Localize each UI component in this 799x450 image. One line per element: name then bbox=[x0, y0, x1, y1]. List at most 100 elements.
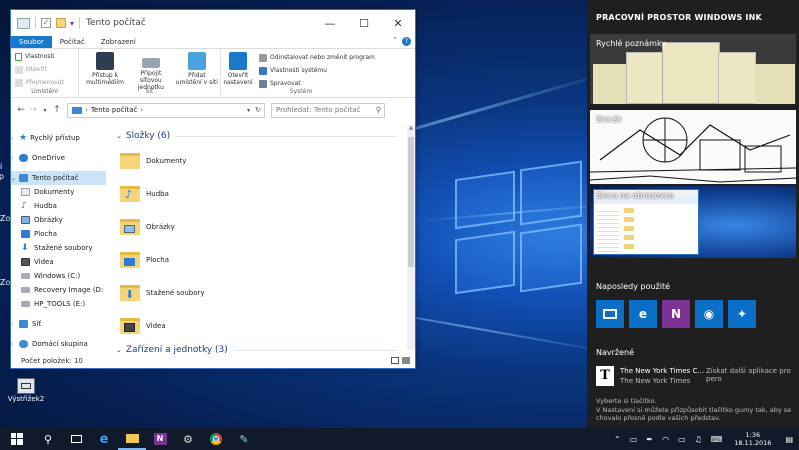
taskbar-chrome[interactable] bbox=[202, 428, 230, 450]
expand-arrow-icon[interactable]: › bbox=[11, 341, 19, 348]
collapse-ribbon-icon[interactable]: ⌃ bbox=[392, 36, 398, 48]
keyboard-icon[interactable]: ⌨ bbox=[711, 435, 723, 444]
sketchpad-tile[interactable]: Skicák bbox=[590, 110, 796, 184]
sticky-notes-tile[interactable]: Rychlé poznámky bbox=[590, 34, 796, 104]
folder-videos[interactable]: Videa bbox=[116, 309, 415, 342]
nav-onedrive[interactable]: › OneDrive bbox=[11, 151, 106, 165]
address-bar[interactable]: › Tento počítač › ▾ ↻ bbox=[67, 102, 265, 118]
nav-pictures[interactable]: Obrázky bbox=[11, 213, 106, 227]
desktop-icon-label[interactable]: op bbox=[0, 172, 8, 181]
recent-locations-icon[interactable]: ▾ bbox=[39, 107, 51, 114]
taskbar-edge[interactable]: e bbox=[90, 428, 118, 450]
nav-quick-access[interactable]: › ★ Rychlý přístup bbox=[11, 131, 106, 145]
open-button[interactable]: Otevřít bbox=[15, 64, 74, 75]
expand-arrow-icon[interactable]: › bbox=[11, 321, 19, 328]
window-title: Tento počítač bbox=[86, 18, 146, 28]
search-button[interactable]: ⚲ bbox=[34, 428, 62, 450]
map-network-drive-button[interactable]: Připojit síťovou jednotku bbox=[129, 52, 173, 91]
desktop-shortcut-vystrizek[interactable]: Výstřižek2 bbox=[4, 378, 48, 403]
nav-music[interactable]: ♪ Hudba bbox=[11, 199, 106, 213]
rename-button[interactable]: Přejmenovat bbox=[15, 77, 74, 88]
edge-icon[interactable]: e bbox=[629, 300, 657, 328]
get-more-pen-apps-link[interactable]: Získat další aplikace pro pero bbox=[706, 367, 796, 383]
quick-access-dropdown-icon[interactable]: ▾ bbox=[70, 19, 74, 28]
action-center-icon[interactable]: ▭ bbox=[630, 435, 638, 444]
show-hidden-icons-icon[interactable]: ⌃ bbox=[614, 435, 621, 444]
uninstall-program-button[interactable]: Odinstalovat nebo změnit program bbox=[259, 52, 375, 63]
nav-downloads[interactable]: ⬇ Stažené soubory bbox=[11, 241, 106, 255]
tab-file[interactable]: Soubor bbox=[11, 36, 52, 48]
folders-group-header[interactable]: ⌄ Složky (6) bbox=[116, 128, 415, 144]
desktop-icon bbox=[21, 230, 30, 238]
nav-network[interactable]: › Síť bbox=[11, 317, 106, 331]
forward-arrow-icon[interactable]: → bbox=[27, 105, 39, 115]
up-arrow-icon[interactable]: ↑ bbox=[51, 105, 63, 115]
back-arrow-icon[interactable]: ← bbox=[15, 105, 27, 115]
vertical-scrollbar[interactable]: ▲ bbox=[407, 125, 415, 350]
taskbar-paint[interactable]: ✎ bbox=[230, 428, 258, 450]
nav-videos[interactable]: Videa bbox=[11, 255, 106, 269]
volume-icon[interactable]: ♫ bbox=[695, 435, 702, 444]
address-dropdown-icon[interactable]: ▾ bbox=[247, 107, 250, 114]
wifi-icon[interactable]: ◠ bbox=[662, 435, 669, 444]
battery-icon[interactable]: ▭ bbox=[678, 435, 686, 444]
task-view-button[interactable] bbox=[62, 428, 90, 450]
folder-music[interactable]: ♪ Hudba bbox=[116, 177, 415, 210]
desktop-icon-label[interactable]: Ni bbox=[0, 162, 8, 171]
windows-drive-icon bbox=[21, 273, 30, 279]
clock[interactable]: 1:36 18.11.2016 bbox=[734, 431, 771, 447]
taskbar-file-explorer[interactable] bbox=[118, 428, 146, 450]
onenote-icon[interactable]: N bbox=[662, 300, 690, 328]
taskbar-onenote[interactable]: N bbox=[146, 428, 174, 450]
minimize-button[interactable]: — bbox=[313, 10, 347, 36]
folder-documents[interactable]: Dokumenty bbox=[116, 144, 415, 177]
tab-view[interactable]: Zobrazení bbox=[93, 36, 144, 48]
close-button[interactable]: ✕ bbox=[381, 10, 415, 36]
pen-icon[interactable]: ✒ bbox=[646, 435, 653, 444]
new-folder-quick-icon[interactable] bbox=[56, 18, 66, 28]
nav-documents[interactable]: Dokumenty bbox=[11, 185, 106, 199]
search-input[interactable]: Prohledat: Tento počítač ⚲ bbox=[271, 102, 385, 118]
group-label: Umístění bbox=[31, 88, 58, 95]
tips-icon[interactable]: ✦ bbox=[728, 300, 756, 328]
collapse-group-icon[interactable]: ⌄ bbox=[116, 346, 122, 354]
collapse-group-icon[interactable]: ⌄ bbox=[116, 132, 122, 140]
collapse-arrow-icon[interactable]: ⌄ bbox=[11, 175, 19, 182]
suggested-app-nyt[interactable]: T The New York Times C... The New York T… bbox=[596, 366, 792, 388]
system-properties-button[interactable]: Vlastnosti systému bbox=[259, 65, 375, 76]
expand-arrow-icon[interactable]: › bbox=[11, 135, 19, 142]
screen-sketch-tile[interactable]: Skica na obrazovce bbox=[590, 186, 796, 258]
maps-icon[interactable]: ◉ bbox=[695, 300, 723, 328]
tab-computer[interactable]: Počítač bbox=[52, 36, 93, 48]
photos-icon[interactable] bbox=[596, 300, 624, 328]
nav-drive-e[interactable]: HP_TOOLS (E:) bbox=[11, 297, 106, 311]
properties-quick-icon[interactable]: ✓ bbox=[41, 18, 51, 28]
help-icon[interactable]: ? bbox=[402, 37, 411, 46]
devices-group-header[interactable]: ⌄ Zařízení a jednotky (3) bbox=[116, 342, 415, 358]
file-explorer-window[interactable]: ✓ ▾ Tento počítač — ☐ ✕ Soubor Počítač Z… bbox=[10, 9, 416, 369]
maximize-button[interactable]: ☐ bbox=[347, 10, 381, 36]
folder-desktop[interactable]: Plocha bbox=[116, 243, 415, 276]
nav-desktop[interactable]: Plocha bbox=[11, 227, 106, 241]
scroll-up-icon[interactable]: ▲ bbox=[407, 125, 415, 131]
refresh-icon[interactable]: ↻ bbox=[255, 106, 261, 114]
details-view-icon[interactable] bbox=[391, 357, 399, 364]
taskbar-app-robot[interactable]: ⚙ bbox=[174, 428, 202, 450]
large-icons-view-icon[interactable] bbox=[402, 357, 410, 364]
breadcrumb[interactable]: Tento počítač bbox=[91, 106, 137, 114]
properties-button[interactable]: Vlastnosti bbox=[15, 51, 74, 62]
add-network-location-button[interactable]: Přidat umístění v síti bbox=[175, 52, 219, 86]
breadcrumb-chevron-icon[interactable]: › bbox=[140, 106, 143, 114]
scrollbar-thumb[interactable] bbox=[408, 137, 414, 267]
media-access-button[interactable]: Přístup k multimédiím bbox=[83, 52, 127, 86]
folder-pictures[interactable]: Obrázky bbox=[116, 210, 415, 243]
start-button[interactable] bbox=[0, 428, 34, 450]
expand-arrow-icon[interactable]: › bbox=[11, 155, 19, 162]
notifications-icon[interactable]: ▤ bbox=[785, 435, 793, 444]
nav-homegroup[interactable]: › Domácí skupina bbox=[11, 337, 106, 351]
nav-drive-c[interactable]: Windows (C:) bbox=[11, 269, 106, 283]
nav-drive-d[interactable]: Recovery Image (D: bbox=[11, 283, 106, 297]
nav-this-pc[interactable]: ⌄ Tento počítač bbox=[11, 171, 106, 185]
title-bar[interactable]: ✓ ▾ Tento počítač — ☐ ✕ bbox=[11, 10, 415, 36]
folder-downloads[interactable]: ⬇ Stažené soubory bbox=[116, 276, 415, 309]
